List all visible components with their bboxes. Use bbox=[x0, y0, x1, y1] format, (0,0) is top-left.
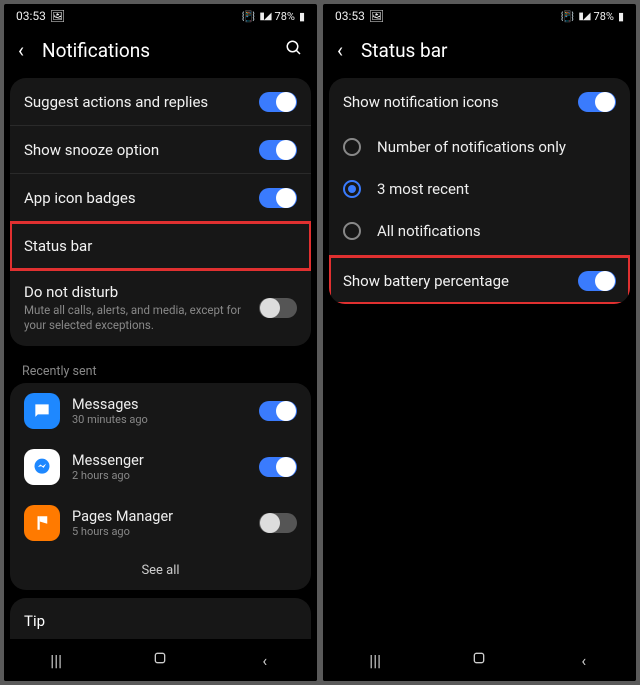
page-title: Status bar bbox=[361, 39, 622, 62]
row-suggest-actions[interactable]: Suggest actions and replies bbox=[10, 78, 311, 126]
row-label: Do not disturb bbox=[24, 283, 259, 301]
nav-recents[interactable]: ||| bbox=[26, 651, 86, 670]
phone-right: 03:53 🖼 📳 ▮◢ 78% ▮ ‹ Status bar Show not… bbox=[323, 4, 636, 681]
radio-label: 3 most recent bbox=[377, 180, 469, 198]
app-icon-messages bbox=[24, 393, 60, 429]
radio-label: All notifications bbox=[377, 222, 481, 240]
back-icon[interactable]: ‹ bbox=[18, 38, 24, 62]
settings-panel: Suggest actions and replies Show snooze … bbox=[10, 78, 311, 346]
toggle-show-icons[interactable] bbox=[578, 92, 616, 112]
battery-icon: ▮ bbox=[299, 10, 305, 23]
android-status-bar: 03:53 🖼 📳 ▮◢ 78% ▮ bbox=[323, 4, 636, 28]
radio-icon[interactable] bbox=[343, 138, 361, 156]
vibrate-icon: 📳 bbox=[242, 10, 256, 23]
section-recently-sent: Recently sent bbox=[4, 354, 317, 383]
app-name: Messages bbox=[72, 396, 247, 413]
search-icon[interactable] bbox=[285, 39, 303, 62]
row-show-icons[interactable]: Show notification icons bbox=[329, 78, 630, 126]
page-title: Notifications bbox=[42, 39, 267, 62]
signal-icon: ▮◢ bbox=[259, 11, 270, 22]
back-icon[interactable]: ‹ bbox=[337, 38, 343, 62]
row-label: Show battery percentage bbox=[343, 272, 578, 290]
see-all-button[interactable]: See all bbox=[10, 551, 311, 590]
nav-home[interactable] bbox=[449, 650, 509, 670]
clock: 03:53 bbox=[335, 9, 365, 23]
toggle-dnd[interactable] bbox=[259, 298, 297, 318]
app-time: 2 hours ago bbox=[72, 469, 247, 482]
row-label: Suggest actions and replies bbox=[24, 93, 259, 111]
app-icon-pages bbox=[24, 505, 60, 541]
toggle-messages[interactable] bbox=[259, 401, 297, 421]
radio-3-recent[interactable]: 3 most recent bbox=[329, 168, 630, 210]
app-name: Pages Manager bbox=[72, 508, 247, 525]
nav-back[interactable]: ‹ bbox=[235, 651, 295, 670]
row-label: App icon badges bbox=[24, 189, 259, 207]
app-time: 5 hours ago bbox=[72, 525, 247, 538]
toggle-app-badges[interactable] bbox=[259, 188, 297, 208]
app-row-messenger[interactable]: Messenger 2 hours ago bbox=[10, 439, 311, 495]
radio-all[interactable]: All notifications bbox=[329, 210, 630, 256]
radio-icon[interactable] bbox=[343, 222, 361, 240]
signal-icon: ▮◢ bbox=[578, 11, 589, 22]
row-label: Show notification icons bbox=[343, 93, 578, 111]
app-row-pages[interactable]: Pages Manager 5 hours ago bbox=[10, 495, 311, 551]
nav-home[interactable] bbox=[130, 650, 190, 670]
nav-recents[interactable]: ||| bbox=[345, 651, 405, 670]
row-battery-pct[interactable]: Show battery percentage bbox=[329, 256, 630, 304]
row-label: Status bar bbox=[24, 237, 297, 255]
row-dnd[interactable]: Do not disturb Mute all calls, alerts, a… bbox=[10, 270, 311, 346]
toggle-snooze[interactable] bbox=[259, 140, 297, 160]
phone-left: 03:53 🖼 📳 ▮◢ 78% ▮ ‹ Notifications Sugge… bbox=[4, 4, 317, 681]
radio-icon[interactable] bbox=[343, 180, 361, 198]
image-icon: 🖼 bbox=[50, 9, 65, 23]
battery-percent: 78% bbox=[275, 10, 295, 23]
row-app-badges[interactable]: App icon badges bbox=[10, 174, 311, 222]
app-time: 30 minutes ago bbox=[72, 413, 247, 426]
app-icon-messenger bbox=[24, 449, 60, 485]
app-name: Messenger bbox=[72, 452, 247, 469]
toggle-battery-pct[interactable] bbox=[578, 271, 616, 291]
row-snooze[interactable]: Show snooze option bbox=[10, 126, 311, 174]
android-navbar: ||| ‹ bbox=[323, 639, 636, 681]
battery-percent: 78% bbox=[594, 10, 614, 23]
toggle-suggest-actions[interactable] bbox=[259, 92, 297, 112]
vibrate-icon: 📳 bbox=[561, 10, 575, 23]
row-sublabel: Mute all calls, alerts, and media, excep… bbox=[24, 303, 254, 333]
battery-icon: ▮ bbox=[618, 10, 624, 23]
tip-title: Tip bbox=[24, 612, 297, 630]
row-label: Show snooze option bbox=[24, 141, 259, 159]
header: ‹ Notifications bbox=[4, 28, 317, 78]
radio-number-only[interactable]: Number of notifications only bbox=[329, 126, 630, 168]
android-status-bar: 03:53 🖼 📳 ▮◢ 78% ▮ bbox=[4, 4, 317, 28]
radio-label: Number of notifications only bbox=[377, 138, 566, 156]
header: ‹ Status bar bbox=[323, 28, 636, 78]
clock: 03:53 bbox=[16, 9, 46, 23]
toggle-messenger[interactable] bbox=[259, 457, 297, 477]
recent-apps-panel: Messages 30 minutes ago Messenger 2 hour… bbox=[10, 383, 311, 590]
statusbar-panel: Show notification icons Number of notifi… bbox=[329, 78, 630, 304]
app-row-messages[interactable]: Messages 30 minutes ago bbox=[10, 383, 311, 439]
row-status-bar[interactable]: Status bar bbox=[10, 222, 311, 270]
android-navbar: ||| ‹ bbox=[4, 639, 317, 681]
nav-back[interactable]: ‹ bbox=[554, 651, 614, 670]
toggle-pages[interactable] bbox=[259, 513, 297, 533]
image-icon: 🖼 bbox=[369, 9, 384, 23]
